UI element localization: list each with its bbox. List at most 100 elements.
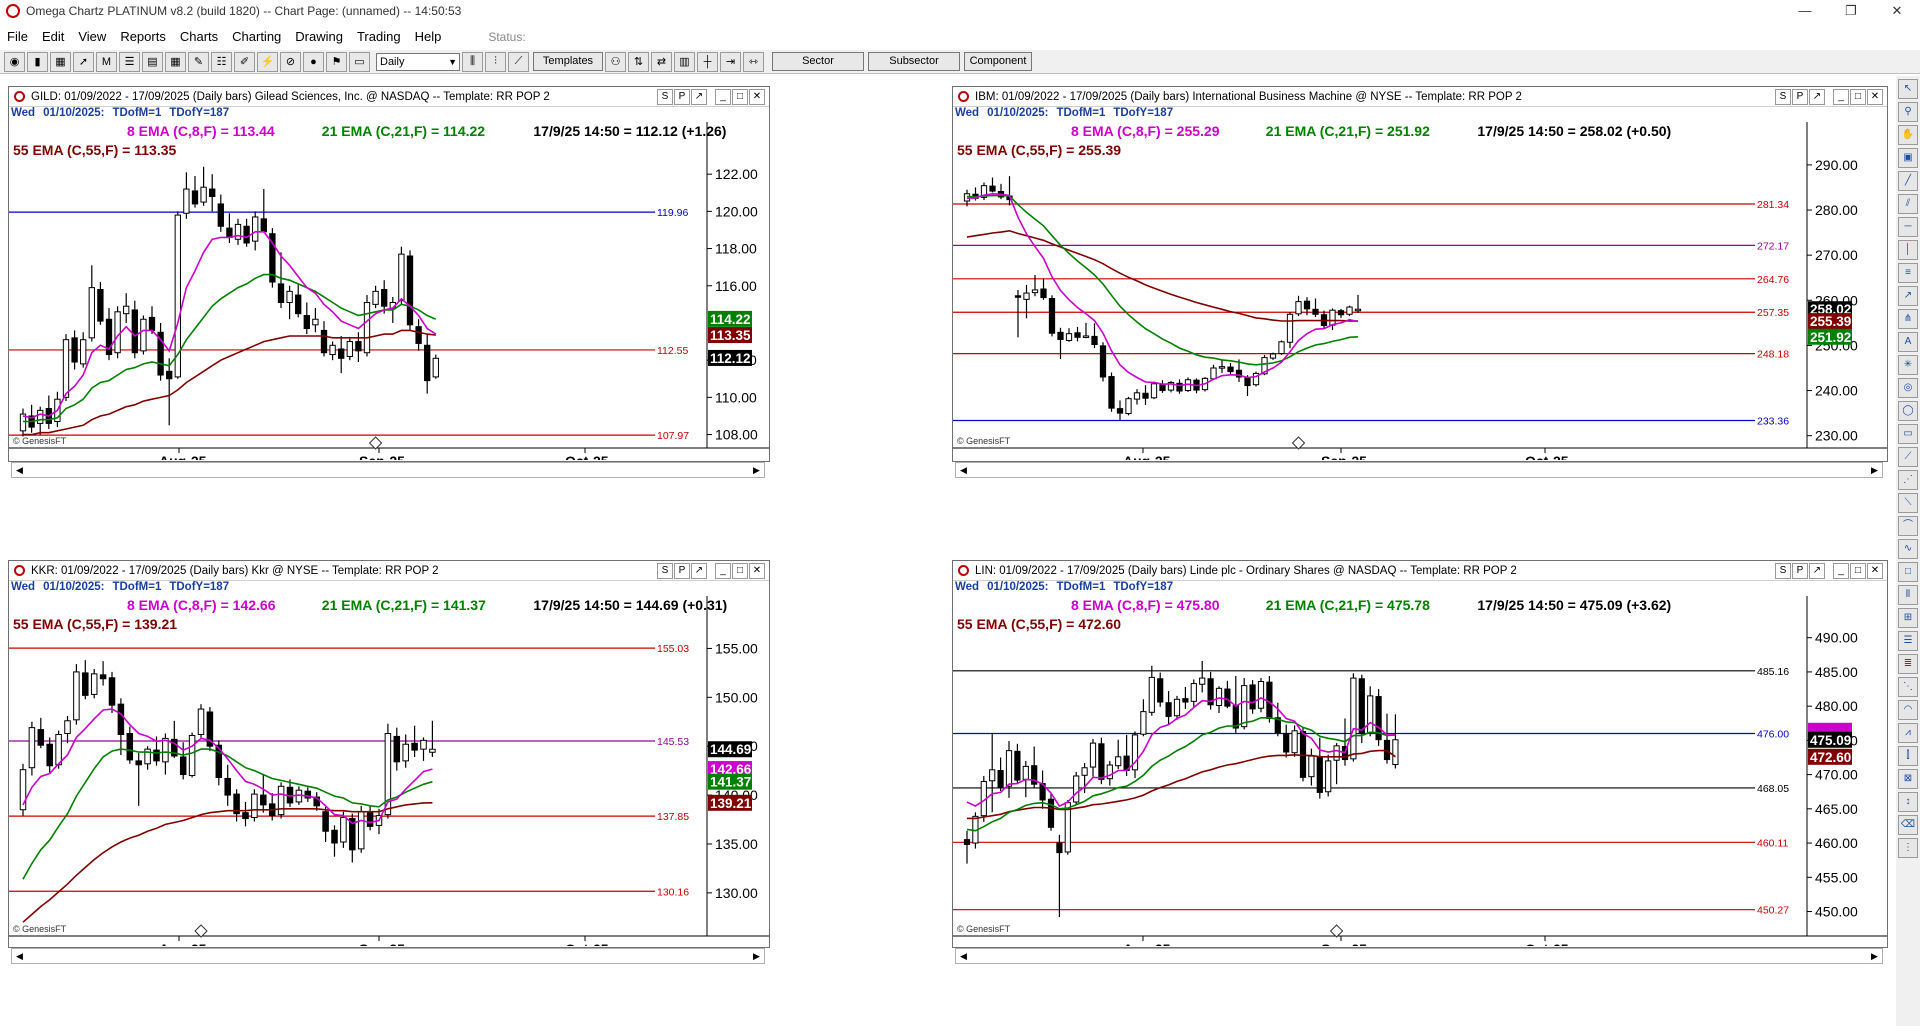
horizontal-scrollbar[interactable]: ◀ ▶ bbox=[955, 948, 1883, 964]
scroll-right-icon[interactable]: ▶ bbox=[750, 950, 763, 962]
interval-select[interactable]: Daily ▼ bbox=[376, 52, 460, 71]
table-icon[interactable]: ▦ bbox=[165, 51, 186, 72]
measure-icon[interactable]: ↕ bbox=[1898, 792, 1918, 812]
pitchfork-icon[interactable]: ⋔ bbox=[1898, 309, 1918, 329]
flag-icon[interactable]: ⚑ bbox=[326, 51, 347, 72]
fib-time-icon[interactable]: ⦀ bbox=[1898, 585, 1918, 605]
scroll-right-icon[interactable]: ▶ bbox=[1868, 464, 1881, 476]
chart-close-button[interactable]: ✕ bbox=[749, 89, 765, 105]
chart-maximize-button[interactable]: □ bbox=[732, 89, 748, 105]
pattern-icon[interactable]: ▦ bbox=[50, 51, 71, 72]
lightning-icon[interactable]: ⚡ bbox=[257, 51, 278, 72]
speed-lines-icon[interactable]: ⟋ bbox=[1898, 447, 1918, 467]
chart-close-button[interactable]: ✕ bbox=[1867, 563, 1883, 579]
more-tools-icon[interactable]: ⋮ bbox=[1898, 838, 1918, 858]
vline-icon[interactable]: │ bbox=[1898, 240, 1918, 260]
horizontal-scrollbar[interactable]: ◀ ▶ bbox=[11, 462, 765, 478]
arrow-icon[interactable]: ➚ bbox=[73, 51, 94, 72]
s-button[interactable]: S bbox=[1775, 89, 1791, 105]
p-button[interactable]: P bbox=[674, 89, 690, 105]
hand-icon[interactable]: ✋ bbox=[1898, 125, 1918, 145]
s-button[interactable]: S bbox=[657, 89, 673, 105]
channel-icon[interactable]: ⫽ bbox=[1898, 194, 1918, 214]
menu-drawing[interactable]: Drawing bbox=[288, 26, 350, 48]
scroll-end-icon[interactable]: ⇥ bbox=[720, 51, 741, 72]
paint-icon[interactable]: ✐ bbox=[234, 51, 255, 72]
menu-file[interactable]: File bbox=[0, 26, 35, 48]
scroll-right-icon[interactable]: ▶ bbox=[750, 464, 763, 476]
zoom-out-icon[interactable]: ⇿ bbox=[743, 51, 764, 72]
menu-reports[interactable]: Reports bbox=[113, 26, 173, 48]
minimize-button[interactable]: — bbox=[1782, 0, 1828, 22]
horizontal-scrollbar[interactable]: ◀ ▶ bbox=[955, 462, 1883, 478]
p-button[interactable]: P bbox=[1792, 563, 1808, 579]
text-tool-icon[interactable]: A bbox=[1898, 332, 1918, 352]
chart-minimize-button[interactable]: _ bbox=[1833, 89, 1849, 105]
bars-icon[interactable]: ▥ bbox=[674, 51, 695, 72]
square-icon[interactable]: □ bbox=[1898, 562, 1918, 582]
p-button[interactable]: P bbox=[1792, 89, 1808, 105]
templates-button[interactable]: Templates bbox=[533, 52, 603, 71]
menu-charting[interactable]: Charting bbox=[225, 26, 288, 48]
scroll-right-icon[interactable]: ▶ bbox=[1868, 950, 1881, 962]
chart-window-gild[interactable]: GILD: 01/09/2022 - 17/09/2025 (Daily bar… bbox=[8, 86, 770, 478]
chart-maximize-button[interactable]: □ bbox=[1850, 563, 1866, 579]
new-chart-icon[interactable]: ◉ bbox=[4, 51, 25, 72]
grid-tool-icon[interactable]: ⊞ bbox=[1898, 608, 1918, 628]
paperclip-icon[interactable]: ⊘ bbox=[280, 51, 301, 72]
list-icon[interactable]: ☰ bbox=[119, 51, 140, 72]
traffic-light-icon[interactable]: ▮ bbox=[27, 51, 48, 72]
sector-button[interactable]: Sector bbox=[772, 52, 864, 71]
grid-icon[interactable]: ▤ bbox=[142, 51, 163, 72]
m-icon[interactable]: M bbox=[96, 51, 117, 72]
popout-icon[interactable]: ↗ bbox=[691, 89, 707, 105]
chart-window-ibm[interactable]: IBM: 01/09/2022 - 17/09/2025 (Daily bars… bbox=[952, 86, 1888, 478]
popout-icon[interactable]: ↗ bbox=[1809, 89, 1825, 105]
close-button[interactable]: ✕ bbox=[1874, 0, 1920, 22]
s-button[interactable]: S bbox=[657, 563, 673, 579]
chart-maximize-button[interactable]: □ bbox=[732, 563, 748, 579]
ellipse-icon[interactable]: ◯ bbox=[1898, 401, 1918, 421]
camera-icon[interactable]: ● bbox=[303, 51, 324, 72]
crosshair-icon[interactable]: ┼ bbox=[697, 51, 718, 72]
folder-icon[interactable]: ▭ bbox=[349, 51, 370, 72]
cycle-icon[interactable]: ◎ bbox=[1898, 378, 1918, 398]
menu-edit[interactable]: Edit bbox=[35, 26, 71, 48]
menu-trading[interactable]: Trading bbox=[350, 26, 408, 48]
arc-icon[interactable]: ⌒ bbox=[1898, 516, 1918, 536]
restore-button[interactable]: ❐ bbox=[1828, 0, 1874, 22]
ladder-icon[interactable]: ☷ bbox=[211, 51, 232, 72]
zoom-icon[interactable]: ⚲ bbox=[1898, 102, 1918, 122]
scroll-left-icon[interactable]: ◀ bbox=[13, 464, 26, 476]
line-chart-icon[interactable]: ⟋ bbox=[508, 51, 529, 72]
chart-close-button[interactable]: ✕ bbox=[749, 563, 765, 579]
popout-icon[interactable]: ↗ bbox=[691, 563, 707, 579]
candle-icon[interactable]: ⫼ bbox=[462, 51, 483, 72]
hline-icon[interactable]: ─ bbox=[1898, 217, 1918, 237]
elliott-icon[interactable]: ⩘ bbox=[1898, 723, 1918, 743]
price-chart[interactable]: 8 EMA (C,8,F) = 475.80 21 EMA (C,21,F) = … bbox=[953, 596, 1887, 946]
eraser-icon[interactable]: ⌫ bbox=[1898, 815, 1918, 835]
price-chart[interactable]: 8 EMA (C,8,F) = 113.44 21 EMA (C,21,F) = … bbox=[9, 122, 769, 460]
component-button[interactable]: Component bbox=[964, 52, 1032, 71]
chart-close-button[interactable]: ✕ bbox=[1867, 89, 1883, 105]
compare-icon[interactable]: ⇄ bbox=[651, 51, 672, 72]
fan-icon[interactable]: ⋰ bbox=[1898, 470, 1918, 490]
gann-box-icon[interactable]: ⊠ bbox=[1898, 769, 1918, 789]
andrews-icon[interactable]: ⫿ bbox=[1898, 746, 1918, 766]
chart-window-lin[interactable]: LIN: 01/09/2022 - 17/09/2025 (Daily bars… bbox=[952, 560, 1888, 964]
horizontal-scrollbar[interactable]: ◀ ▶ bbox=[11, 948, 765, 964]
gann-icon[interactable]: ✳ bbox=[1898, 355, 1918, 375]
chart-minimize-button[interactable]: _ bbox=[715, 89, 731, 105]
image-icon[interactable]: ▣ bbox=[1898, 148, 1918, 168]
fib-arc-icon[interactable]: ◠ bbox=[1898, 700, 1918, 720]
cursor-icon[interactable]: ↖ bbox=[1898, 79, 1918, 99]
menu-charts[interactable]: Charts bbox=[173, 26, 225, 48]
scroll-left-icon[interactable]: ◀ bbox=[957, 950, 970, 962]
wave-icon[interactable]: ∿ bbox=[1898, 539, 1918, 559]
popout-icon[interactable]: ↗ bbox=[1809, 563, 1825, 579]
s-button[interactable]: S bbox=[1775, 563, 1791, 579]
sort-icon[interactable]: ⇅ bbox=[628, 51, 649, 72]
fib-retrace-icon[interactable]: ≣ bbox=[1898, 654, 1918, 674]
rectangle-icon[interactable]: ▭ bbox=[1898, 424, 1918, 444]
